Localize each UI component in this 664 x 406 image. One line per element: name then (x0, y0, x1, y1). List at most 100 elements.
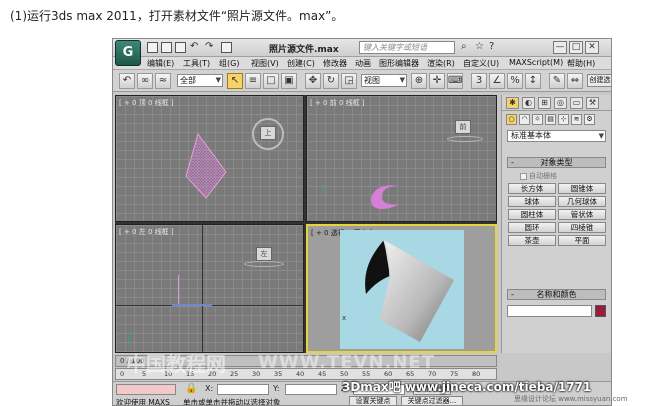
menu-modifiers[interactable]: 修改器 (323, 58, 347, 69)
viewcube-left-icon[interactable]: 左 (256, 247, 272, 261)
menu-animation[interactable]: 动画 (355, 58, 371, 69)
modify-tab-icon[interactable]: ◐ (522, 97, 535, 109)
keyboard-shortcut-icon[interactable]: ⌨ (447, 73, 463, 89)
watermark-right: 3Dmax吧 www.jineca.com/tieba/1771 (342, 380, 592, 394)
scale-icon[interactable]: ◲ (341, 73, 357, 89)
viewport-left[interactable]: [ + 0 左 0 线框 ] 左 (115, 224, 304, 353)
torus-button[interactable]: 圆环 (508, 222, 556, 233)
app-logo-button[interactable]: G (115, 40, 141, 66)
select-object-icon[interactable]: ↖ (227, 73, 243, 89)
menu-views[interactable]: 视图(V) (251, 58, 279, 69)
project-folder-icon[interactable] (221, 42, 232, 53)
plane-button[interactable]: 平面 (558, 235, 606, 246)
lights-icon[interactable]: ☼ (532, 114, 543, 125)
menu-help[interactable]: 帮助(H) (567, 58, 595, 69)
spinner-snap-icon[interactable]: ↕ (525, 73, 541, 89)
mirror-icon[interactable]: ⇔ (567, 73, 583, 89)
create-selection-set-field[interactable]: 创建选 (587, 74, 611, 87)
select-by-name-icon[interactable]: ≡ (245, 73, 261, 89)
menu-edit[interactable]: 编辑(E) (147, 58, 174, 69)
pivot-center-icon[interactable]: ⊕ (411, 73, 427, 89)
select-link-icon[interactable]: ∞ (137, 73, 153, 89)
display-tab-icon[interactable]: ▭ (570, 97, 583, 109)
save-file-icon[interactable] (175, 42, 186, 53)
viewcube-top-icon[interactable]: 上 (260, 126, 276, 140)
menu-tools[interactable]: 工具(T) (183, 58, 210, 69)
undo-tool-icon[interactable]: ↶ (119, 73, 135, 89)
viewcube-front-icon[interactable]: 前 (455, 120, 471, 134)
teapot-button[interactable]: 茶壶 (508, 235, 556, 246)
new-file-icon[interactable] (147, 42, 158, 53)
create-tab-icon[interactable]: ✱ (506, 97, 519, 109)
menu-rendering[interactable]: 渲染(R) (427, 58, 455, 69)
geosphere-button[interactable]: 几何球体 (558, 196, 606, 207)
cylinder-button[interactable]: 圆柱体 (508, 209, 556, 220)
maxscript-listener-input[interactable] (116, 384, 176, 395)
cone-button[interactable]: 圆锥体 (558, 183, 606, 194)
snap-toggle-icon[interactable]: 3 (471, 73, 487, 89)
move-icon[interactable]: ✥ (305, 73, 321, 89)
edit-named-selection-icon[interactable]: ✎ (549, 73, 565, 89)
photo-plane-left-view[interactable] (178, 275, 179, 305)
pyramid-button[interactable]: 四棱锥 (558, 222, 606, 233)
menu-graph-editors[interactable]: 图形编辑器 (379, 58, 419, 69)
hierarchy-tab-icon[interactable]: ⊞ (538, 97, 551, 109)
utilities-tab-icon[interactable]: ⚒ (586, 97, 599, 109)
maximize-button[interactable]: □ (569, 41, 583, 54)
box-button[interactable]: 长方体 (508, 183, 556, 194)
viewcube-ring (244, 261, 284, 267)
coord-x-input[interactable] (217, 384, 269, 395)
viewport-left-label[interactable]: [ + 0 左 0 线框 ] (119, 227, 174, 237)
minimize-button[interactable]: — (553, 41, 567, 54)
menu-create[interactable]: 创建(C) (287, 58, 315, 69)
rect-selection-icon[interactable]: □ (263, 73, 279, 89)
cameras-icon[interactable]: ▤ (545, 114, 556, 125)
close-button[interactable]: ✕ (585, 41, 599, 54)
favorites-star-icon[interactable]: ☆ (475, 41, 484, 52)
help-icon[interactable]: ? (489, 41, 494, 52)
name-color-rollout[interactable]: - 名称和颜色 (507, 289, 606, 300)
angle-snap-icon[interactable]: ∠ (489, 73, 505, 89)
tube-button[interactable]: 管状体 (558, 209, 606, 220)
photo-curl-perspective-view[interactable] (350, 236, 460, 344)
redo-icon[interactable]: ↷ (205, 41, 213, 52)
helpers-icon[interactable]: ⊹ (558, 114, 569, 125)
select-manipulate-icon[interactable]: ✛ (429, 73, 445, 89)
selection-filter-select[interactable]: 全部 ▼ (177, 74, 223, 87)
lock-selection-icon[interactable]: 🔒 (185, 383, 197, 394)
geometry-icon[interactable]: ○ (506, 114, 517, 125)
photo-curl-front-view[interactable] (367, 182, 401, 212)
viewport-top-label[interactable]: [ + 0 顶 0 线框 ] (119, 98, 174, 108)
set-key-button[interactable]: 设置关键点 (349, 396, 397, 405)
undo-icon[interactable]: ↶ (190, 41, 198, 52)
motion-tab-icon[interactable]: ◎ (554, 97, 567, 109)
object-color-swatch[interactable] (595, 305, 606, 317)
sphere-button[interactable]: 球体 (508, 196, 556, 207)
photo-plane-top-view[interactable] (184, 132, 228, 202)
viewport-front[interactable]: [ + 0 前 0 线框 ] 前 (306, 95, 497, 222)
search-input[interactable]: 键入关键字或短语 (359, 41, 455, 54)
systems-icon[interactable]: ⚙ (584, 114, 595, 125)
ref-coord-select[interactable]: 视图 ▼ (361, 74, 407, 87)
window-crossing-icon[interactable]: ▣ (281, 73, 297, 89)
menu-maxscript[interactable]: MAXScript(M) (509, 58, 563, 67)
key-filters-button[interactable]: 关键点过滤器... (401, 396, 463, 405)
name-color-title: 名称和颜色 (536, 290, 577, 299)
coord-y-input[interactable] (285, 384, 337, 395)
rotate-icon[interactable]: ↻ (323, 73, 339, 89)
object-name-input[interactable] (507, 305, 592, 317)
space-warps-icon[interactable]: ≋ (571, 114, 582, 125)
shapes-icon[interactable]: ◠ (519, 114, 530, 125)
autogrid-checkbox[interactable]: 自动栅格 (520, 171, 557, 181)
viewport-front-label[interactable]: [ + 0 前 0 线框 ] (310, 98, 365, 108)
object-type-rollout[interactable]: - 对象类型 (507, 157, 606, 168)
percent-snap-icon[interactable]: % (507, 73, 523, 89)
viewport-top[interactable]: [ + 0 顶 0 线框 ] 上 (115, 95, 304, 222)
geometry-type-select[interactable]: 标准基本体 ▼ (507, 130, 606, 142)
bind-space-warp-icon[interactable]: ≈ (155, 73, 171, 89)
open-file-icon[interactable] (161, 42, 172, 53)
menu-group[interactable]: 组(G) (219, 58, 239, 69)
menu-customize[interactable]: 自定义(U) (463, 58, 499, 69)
viewport-perspective[interactable]: [ + 0 透视 0 真实 ] x (306, 224, 497, 353)
binoculars-icon[interactable]: ⌕ (461, 41, 467, 52)
